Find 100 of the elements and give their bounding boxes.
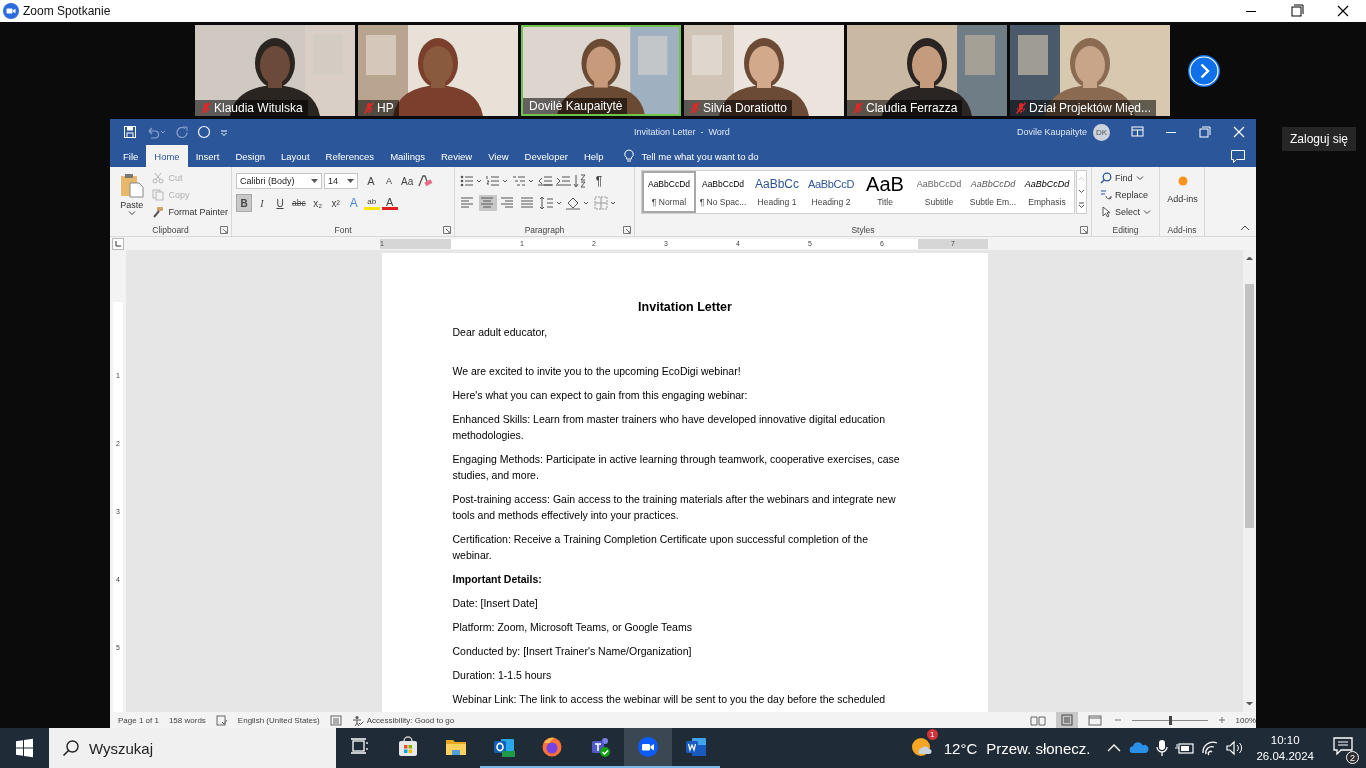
video-tile[interactable]: HP bbox=[358, 25, 518, 116]
comment-icon[interactable] bbox=[1230, 149, 1246, 163]
style-option[interactable]: AaB Title bbox=[858, 171, 912, 213]
font-name-field[interactable]: Calibri (Body) bbox=[236, 173, 322, 189]
highlight-button[interactable]: ab bbox=[363, 196, 380, 210]
microphone-icon[interactable] bbox=[1154, 738, 1171, 758]
sign-in-tooltip[interactable]: Zaloguj się bbox=[1281, 127, 1356, 151]
ribbon-tab[interactable]: Mailings bbox=[382, 145, 433, 167]
format-button[interactable]: x² bbox=[327, 194, 344, 212]
search-field[interactable]: Wyszukaj bbox=[49, 728, 336, 768]
format-painter-button[interactable]: Format Painter bbox=[152, 204, 228, 219]
ribbon-tab[interactable]: Home bbox=[146, 145, 188, 167]
dialog-launcher-icon[interactable] bbox=[220, 226, 228, 234]
macro-icon[interactable] bbox=[329, 714, 342, 726]
format-button[interactable]: abc bbox=[290, 194, 308, 212]
taskbar-button[interactable] bbox=[624, 728, 672, 768]
add-ins-button[interactable]: Add-ins bbox=[1164, 170, 1201, 223]
proofing-icon[interactable] bbox=[215, 714, 228, 726]
dialog-launcher-icon[interactable] bbox=[1080, 226, 1088, 234]
sort-icon[interactable] bbox=[573, 173, 589, 189]
font-size-field[interactable]: 14 bbox=[324, 173, 358, 189]
format-button[interactable]: x₂ bbox=[309, 194, 326, 212]
read-mode-icon[interactable] bbox=[1029, 714, 1046, 726]
word-count[interactable]: 158 words bbox=[168, 715, 206, 725]
dialog-launcher-icon[interactable] bbox=[443, 226, 451, 234]
print-layout-icon[interactable] bbox=[1055, 712, 1078, 728]
ribbon-tab[interactable]: References bbox=[317, 145, 383, 167]
format-button[interactable]: I bbox=[254, 194, 270, 212]
ribbon-tab[interactable]: Design bbox=[227, 145, 273, 167]
browser-icon bbox=[541, 736, 563, 758]
find-button[interactable]: Find bbox=[1100, 170, 1151, 185]
temperature[interactable]: 12°C bbox=[943, 739, 978, 757]
style-option[interactable]: AaBbCcDd Emphasis bbox=[1020, 171, 1074, 213]
ribbon-tab[interactable]: Help bbox=[575, 145, 612, 167]
grow-font-button[interactable]: A bbox=[363, 172, 379, 190]
video-tile[interactable]: Silvia Doratiotto bbox=[684, 25, 844, 116]
line-spacing-icon[interactable] bbox=[539, 195, 563, 211]
increase-indent-icon[interactable] bbox=[555, 173, 571, 189]
format-button[interactable]: B bbox=[236, 194, 252, 212]
ribbon-tab[interactable]: File bbox=[115, 145, 147, 167]
ribbon-tab[interactable]: Review bbox=[433, 145, 481, 167]
tab-selector-icon[interactable] bbox=[112, 237, 124, 250]
style-option[interactable]: AaBbCcD Heading 2 bbox=[804, 171, 858, 213]
style-option[interactable]: AaBbCc Heading 1 bbox=[750, 171, 804, 213]
next-page-icon[interactable] bbox=[1187, 53, 1221, 88]
user-name[interactable]: Dovile Kaupaityte bbox=[1016, 127, 1087, 137]
zoom-slider-thumb[interactable] bbox=[1168, 715, 1172, 725]
shrink-font-button[interactable]: A bbox=[381, 172, 397, 190]
show-marks-button[interactable]: ¶ bbox=[591, 172, 607, 190]
accessibility-status[interactable]: Accessibility: Good to go bbox=[351, 714, 455, 726]
shading-icon[interactable] bbox=[565, 195, 591, 211]
group-label: Editing bbox=[1112, 224, 1139, 235]
language[interactable]: English (United States) bbox=[237, 715, 320, 725]
bullets-icon[interactable] bbox=[459, 173, 483, 189]
video-tile[interactable]: Klaudia Witulska bbox=[195, 25, 355, 116]
dot-icon bbox=[1177, 176, 1188, 186]
video-tile[interactable]: Claudia Ferrazza bbox=[847, 25, 1007, 116]
replace-button[interactable]: Replace bbox=[1100, 187, 1151, 202]
ribbon-tab[interactable]: Insert bbox=[187, 145, 228, 167]
ribbon-tab[interactable]: Layout bbox=[273, 145, 318, 167]
save-icon[interactable] bbox=[123, 125, 137, 139]
caret-icon bbox=[1143, 208, 1151, 215]
style-option[interactable]: AaBbCcDd ¶ No Spac... bbox=[696, 171, 750, 213]
search-icon bbox=[62, 739, 80, 757]
format-button[interactable]: U bbox=[272, 194, 288, 212]
select-button[interactable]: Select bbox=[1100, 204, 1151, 219]
notifications-icon[interactable] bbox=[1332, 736, 1354, 756]
caret-icon bbox=[1135, 174, 1144, 181]
clock-time[interactable]: 10:10 bbox=[1270, 732, 1300, 748]
ribbon-tab[interactable]: View bbox=[480, 145, 517, 167]
caret-icon bbox=[127, 210, 136, 216]
clear-formatting-icon[interactable] bbox=[417, 173, 434, 189]
cursor-icon bbox=[1100, 205, 1112, 218]
multilevel-list-icon[interactable] bbox=[511, 173, 535, 189]
participant-name: Claudia Ferrazza bbox=[866, 101, 958, 115]
change-case-button[interactable]: Aa bbox=[399, 172, 416, 190]
redo-icon[interactable] bbox=[175, 125, 189, 139]
dialog-launcher-icon[interactable] bbox=[623, 226, 631, 234]
collapse-ribbon-icon[interactable] bbox=[1240, 224, 1250, 232]
circle-icon[interactable] bbox=[197, 125, 211, 139]
user-avatar[interactable]: DK bbox=[1093, 123, 1110, 141]
weather-description[interactable]: Przew. słonecz. bbox=[986, 739, 1091, 757]
zoom-level[interactable]: 100% bbox=[1235, 715, 1256, 725]
font-color-button[interactable]: A bbox=[381, 196, 398, 210]
paragraph: Date: [Insert Date] bbox=[452, 596, 539, 611]
page-count[interactable]: Page 1 of 1 bbox=[118, 715, 159, 725]
tell-me-search[interactable]: Tell me what you want to do bbox=[623, 145, 759, 167]
video-tile[interactable]: Dział Projektów Międ... bbox=[1010, 25, 1170, 116]
gallery-scroll-icon[interactable] bbox=[1076, 170, 1087, 214]
web-layout-icon[interactable] bbox=[1087, 714, 1104, 726]
video-tile[interactable]: Dovilė Kaupaitytė bbox=[521, 25, 681, 116]
style-option[interactable]: AaBbCcDd Subtle Em... bbox=[966, 171, 1020, 213]
ribbon-tab[interactable]: Developer bbox=[516, 145, 576, 167]
decrease-indent-icon[interactable] bbox=[537, 173, 553, 189]
clock-date[interactable]: 26.04.2024 bbox=[1256, 748, 1314, 764]
style-option[interactable]: AaBbCcDd ¶ Normal bbox=[642, 171, 696, 213]
zoom-in-icon[interactable] bbox=[1217, 716, 1226, 724]
paste-button[interactable]: Paste bbox=[114, 170, 150, 223]
participant-name: Silvia Doratiotto bbox=[703, 101, 788, 115]
style-option[interactable]: AaBbCcDd Subtitle bbox=[912, 171, 966, 213]
